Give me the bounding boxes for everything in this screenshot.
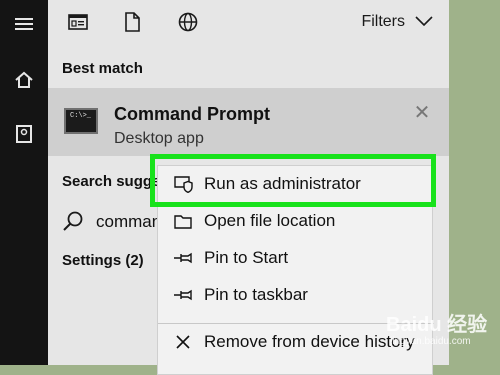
menu-item-pin-to-start[interactable]: Pin to Start [158, 240, 434, 276]
watermark-brand: Baidu 经验 [386, 314, 488, 336]
pin-icon [172, 247, 194, 269]
menu-item-label: Pin to taskbar [204, 285, 308, 304]
watermark: Baidu 经验 jingyan.baidu.com [386, 306, 498, 362]
filters-label: Filters [361, 13, 405, 30]
result-title: Command Prompt [114, 104, 271, 124]
shield-icon [172, 173, 194, 195]
menu-item-run-as-administrator[interactable]: Run as administrator [158, 166, 434, 202]
command-prompt-icon-text: C:\>_ [70, 112, 92, 120]
search-icon [62, 210, 84, 232]
notebook-icon[interactable] [0, 110, 48, 158]
file-icon[interactable] [116, 6, 148, 38]
command-prompt-icon: C:\>_ [64, 108, 98, 134]
menu-item-label: Run as administrator [204, 174, 361, 193]
watermark-sub: jingyan.baidu.com [390, 336, 471, 347]
pin-icon [172, 284, 194, 306]
left-rail [0, 0, 48, 365]
search-suggestions-heading: Search sugge [62, 173, 161, 190]
home-icon[interactable] [0, 56, 48, 104]
menu-item-open-file-location[interactable]: Open file location [158, 203, 434, 239]
result-subtitle: Desktop app [114, 130, 204, 147]
hamburger-icon[interactable] [0, 0, 48, 48]
documents-icon[interactable] [62, 6, 94, 38]
close-icon [172, 331, 194, 353]
search-suggestion-item[interactable]: comman [96, 212, 161, 232]
chevron-down-icon [415, 13, 433, 31]
best-match-heading: Best match [62, 60, 143, 77]
menu-item-label: Open file location [204, 211, 336, 230]
settings-heading: Settings (2) [62, 252, 144, 269]
menu-item-label: Pin to Start [204, 248, 289, 267]
filters-dropdown[interactable]: Filters [361, 8, 433, 36]
close-icon[interactable]: ✕ [411, 102, 433, 124]
globe-icon[interactable] [172, 6, 204, 38]
command-prompt-result[interactable]: C:\>_ Command Prompt Desktop app ✕ [48, 88, 449, 156]
menu-item-label: Remove from device history [204, 332, 415, 351]
folder-icon [172, 210, 194, 232]
